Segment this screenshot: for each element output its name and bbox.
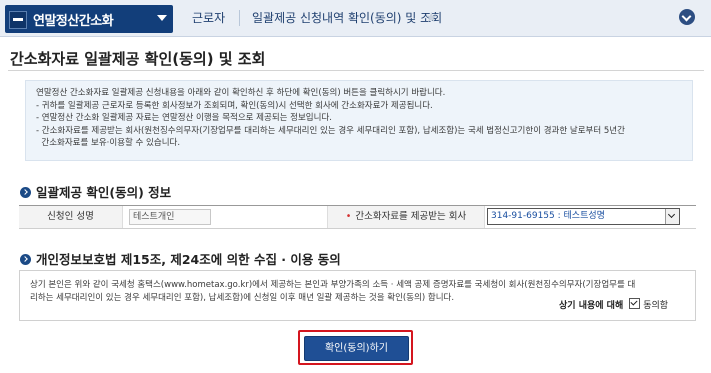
company-select-value: 314-91-69155 : 테스트성명 bbox=[491, 211, 605, 221]
required-marker: • bbox=[345, 211, 352, 222]
company-label-cell: • 간소화자료를 제공받는 회사 bbox=[327, 206, 485, 228]
agree-checkbox[interactable] bbox=[629, 298, 641, 309]
notice-line: - 연말정산 간소화 일괄제공 자료는 연말정산 이행을 목적으로 제공되는 정… bbox=[36, 113, 332, 123]
agree-row: 상기 내용에 대해 동의함 bbox=[559, 297, 668, 311]
consent-box: 상기 본인은 위와 같이 국세청 홈택스(www.hometax.go.kr)에… bbox=[19, 270, 696, 321]
favorite-star-icon[interactable]: ★ bbox=[425, 0, 438, 36]
agree-checkbox-label[interactable]: 동의함 bbox=[643, 301, 668, 311]
notice-line: - 귀하를 일괄제공 근로자로 등록한 회사정보가 조회되며, 확인(동의)시 … bbox=[36, 100, 433, 111]
section-title-text: 일괄제공 확인(동의) 정보 bbox=[36, 185, 172, 200]
main-menu-selector[interactable]: 연말정산간소화 bbox=[5, 5, 173, 33]
company-label: 간소화자료를 제공받는 회사 bbox=[355, 211, 467, 222]
breadcrumb-worker[interactable]: 근로자 bbox=[192, 0, 225, 36]
section-title-text: 개인정보보호법 제15조, 제24조에 의한 수집 · 이용 동의 bbox=[36, 252, 341, 267]
confirm-agree-button[interactable]: 확인(동의)하기 bbox=[304, 336, 409, 361]
company-select-cell: 314-91-69155 : 테스트성명 bbox=[483, 206, 696, 228]
notice-line: 연말정산 간소화자료 일괄제공 신청내용을 아래와 같이 확인하신 후 하단에 … bbox=[36, 88, 446, 98]
applicant-name-label: 신청인 성명 bbox=[19, 206, 122, 228]
chevron-down-icon[interactable] bbox=[665, 209, 679, 224]
applicant-name-field: 테스트개인 bbox=[129, 209, 211, 225]
section-title-consent: 개인정보보호법 제15조, 제24조에 의한 수집 · 이용 동의 bbox=[20, 249, 341, 268]
page-title: 간소화자료 일괄제공 확인(동의) 및 조회 bbox=[10, 50, 266, 68]
consent-line: 상기 본인은 위와 같이 국세청 홈택스(www.hometax.go.kr)에… bbox=[30, 280, 636, 290]
title-divider bbox=[8, 70, 704, 71]
section-bullet-icon bbox=[20, 254, 31, 265]
notice-box: 연말정산 간소화자료 일괄제공 신청내용을 아래와 같이 확인하신 후 하단에 … bbox=[25, 80, 693, 161]
company-select[interactable]: 314-91-69155 : 테스트성명 bbox=[487, 208, 680, 225]
menu-title: 연말정산간소화 bbox=[33, 14, 114, 29]
section-title-confirm-info: 일괄제공 확인(동의) 정보 bbox=[20, 182, 171, 201]
breadcrumb-current-page[interactable]: 일괄제공 신청내역 확인(동의) 및 조회 bbox=[252, 0, 442, 36]
confirm-button-highlight: 확인(동의)하기 bbox=[298, 330, 413, 365]
agree-label: 상기 내용에 대해 bbox=[559, 301, 624, 311]
notice-line: - 간소화자료를 제공받는 회사(원천징수의무자(기장업무를 대리하는 세무대리… bbox=[36, 125, 625, 136]
menu-icon bbox=[9, 11, 27, 29]
section-bullet-icon bbox=[20, 187, 31, 198]
confirm-info-table: 신청인 성명 테스트개인 • 간소화자료를 제공받는 회사 314-91-6915… bbox=[19, 205, 696, 229]
top-navigation-bar: 연말정산간소화 근로자 일괄제공 신청내역 확인(동의) 및 조회 ★ bbox=[0, 0, 711, 37]
collapse-chevron-icon[interactable] bbox=[679, 9, 695, 25]
applicant-name-cell: 테스트개인 bbox=[122, 206, 328, 228]
breadcrumb-divider bbox=[239, 10, 240, 26]
chevron-down-icon bbox=[157, 15, 167, 21]
notice-line: 간소화자료를 보유·이용할 수 있습니다. bbox=[36, 138, 181, 148]
